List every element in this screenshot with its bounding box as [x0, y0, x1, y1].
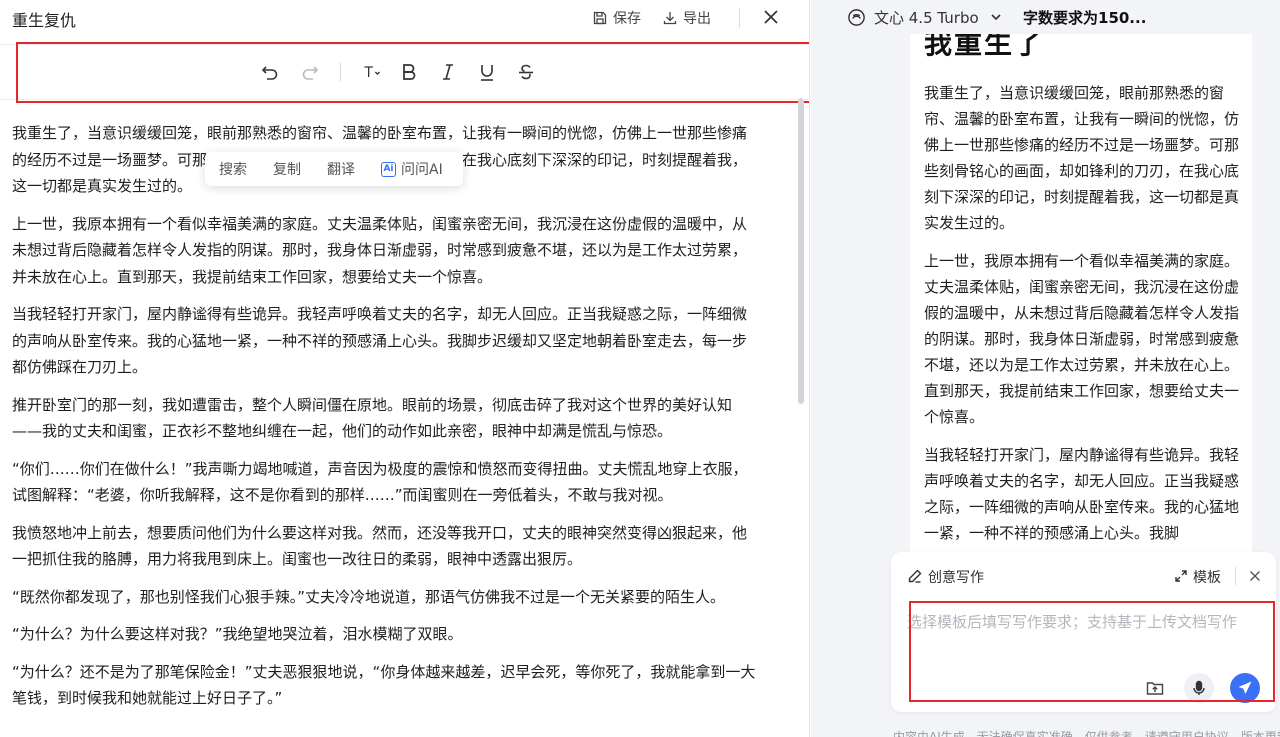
expand-icon[interactable]: [1174, 569, 1188, 583]
topbar-divider: [739, 8, 740, 28]
underline-icon: [481, 65, 493, 81]
paragraph[interactable]: 我愤怒地冲上前去，想要质问他们为什么要这样对我。然而，还没等我开口，丈夫的眼神突…: [0, 520, 790, 573]
paragraph[interactable]: “既然你都发现了，那也别怪我们心狠手辣。”丈夫冷冷地说道，那语气仿佛我不过是一个…: [0, 584, 790, 611]
italic-button[interactable]: [437, 61, 459, 83]
writing-composer: 创意写作 模板: [891, 552, 1276, 712]
export-button[interactable]: 导出: [662, 7, 711, 29]
save-label: 保存: [613, 11, 641, 27]
preview-body: 我重生了，当意识缓缓回笼，眼前那熟悉的窗帘、温馨的卧室布置，让我有一瞬间的恍惚，…: [910, 80, 1252, 554]
selection-context-menu: 搜索 复制 翻译 Ai 问问AI: [205, 152, 463, 186]
composer-header: 创意写作 模板: [891, 552, 1276, 598]
text-style-dropdown[interactable]: [360, 61, 384, 83]
undo-icon: [261, 66, 278, 80]
upload-file-icon[interactable]: [1145, 678, 1165, 698]
download-icon: [663, 12, 677, 25]
paragraph[interactable]: 上一世，我原本拥有一个看似幸福美满的家庭。丈夫温柔体贴，闺蜜亲密无间，我沉浸在这…: [0, 211, 790, 291]
format-toolbar: [0, 42, 809, 103]
send-icon: [1238, 681, 1252, 694]
underline-button[interactable]: [476, 61, 498, 83]
italic-icon: [443, 64, 453, 80]
text-style-icon: [364, 66, 380, 77]
conversation-title: 字数要求为150...: [1023, 9, 1147, 27]
editor-topbar: 重生复仇 保存 导出: [0, 0, 809, 36]
menu-search[interactable]: 搜索: [219, 159, 247, 179]
ai-icon: Ai: [381, 161, 396, 177]
preview-paragraph: 当我轻轻打开家门，屋内静谧得有些诡异。我轻声呼唤着丈夫的名字，却无人回应。正当我…: [924, 446, 1240, 542]
voice-input-button[interactable]: [1184, 673, 1214, 703]
editor-pane: 重生复仇 保存 导出 我重生了，当意识缓缓回笼，眼前那熟悉的窗帘、温馨的卧室布置…: [0, 0, 810, 737]
close-icon[interactable]: [1247, 568, 1263, 584]
chevron-down-icon[interactable]: [989, 10, 1003, 24]
menu-translate[interactable]: 翻译: [327, 159, 355, 179]
undo-button[interactable]: [259, 61, 281, 83]
send-button[interactable]: [1230, 673, 1260, 703]
generated-preview: 我重生了 我重生了，当意识缓缓回笼，眼前那熟悉的窗帘、温馨的卧室布置，让我有一瞬…: [910, 34, 1252, 554]
composer-divider: [1235, 567, 1236, 585]
save-icon: [593, 11, 607, 25]
model-selector[interactable]: 文心 4.5 Turbo: [874, 7, 979, 28]
model-icon: [848, 9, 865, 26]
preview-heading: 我重生了: [924, 34, 1045, 60]
strikethrough-icon: [519, 64, 533, 80]
close-editor-button[interactable]: [760, 6, 782, 28]
paragraph[interactable]: “为什么？为什么要这样对我？”我绝望地哭泣着，泪水模糊了双眼。: [0, 621, 790, 648]
paragraph[interactable]: “为什么？还不是为了那笔保险金！”丈夫恶狠狠地说，“你身体越来越差，迟早会死，等…: [0, 659, 790, 712]
save-button[interactable]: 保存: [592, 7, 641, 29]
assistant-header: 文心 4.5 Turbo 字数要求为150...: [811, 0, 1280, 36]
prompt-input[interactable]: [907, 610, 1267, 634]
ask-ai-label: 问问AI: [401, 162, 443, 178]
redo-button[interactable]: [299, 61, 321, 83]
paragraph[interactable]: 推开卧室门的那一刻，我如遭雷击，整个人瞬间僵在原地。眼前的场景，彻底击碎了我对这…: [0, 392, 790, 445]
writing-mode-label: 创意写作: [928, 570, 984, 586]
assistant-pane: 文心 4.5 Turbo 字数要求为150... 我重生了 我重生了，当意识缓缓…: [811, 0, 1280, 737]
paragraph[interactable]: 当我轻轻打开家门，屋内静谧得有些诡异。我轻声呼唤着丈夫的名字，却无人回应。正当我…: [0, 301, 790, 381]
document-title: 重生复仇: [12, 11, 77, 30]
toolbar-divider: [340, 63, 341, 81]
document-body[interactable]: 我重生了，当意识缓缓回笼，眼前那熟悉的窗帘、温馨的卧室布置，让我有一瞬间的恍惚，…: [0, 120, 800, 737]
close-icon: [764, 10, 778, 24]
bold-icon: [403, 64, 416, 80]
app: 重生复仇 保存 导出 我重生了，当意识缓缓回笼，眼前那熟悉的窗帘、温馨的卧室布置…: [0, 0, 1280, 737]
export-label: 导出: [683, 11, 711, 27]
pen-icon: [908, 569, 922, 583]
redo-icon: [302, 66, 319, 80]
strikethrough-button[interactable]: [515, 61, 537, 83]
template-button[interactable]: 模板: [1193, 567, 1221, 587]
preview-paragraph: 我重生了，当意识缓缓回笼，眼前那熟悉的窗帘、温馨的卧室布置，让我有一瞬间的恍惚，…: [924, 84, 1240, 232]
preview-paragraph: 上一世，我原本拥有一个看似幸福美满的家庭。丈夫温柔体贴，闺蜜亲密无间，我沉浸在这…: [924, 252, 1240, 426]
paragraph[interactable]: “你们……你们在做什么！”我声嘶力竭地喊道，声音因为极度的震惊和愤怒而变得扭曲。…: [0, 456, 790, 509]
ai-disclaimer: 内容由AI生成，无法确保真实准确，仅供参考，请遵守用户协议，版本更新: [893, 730, 1280, 737]
microphone-icon: [1193, 680, 1205, 695]
menu-ask-ai[interactable]: Ai 问问AI: [381, 159, 443, 179]
editor-scrollbar[interactable]: [798, 98, 804, 404]
menu-copy[interactable]: 复制: [273, 159, 301, 179]
bold-button[interactable]: [398, 61, 420, 83]
